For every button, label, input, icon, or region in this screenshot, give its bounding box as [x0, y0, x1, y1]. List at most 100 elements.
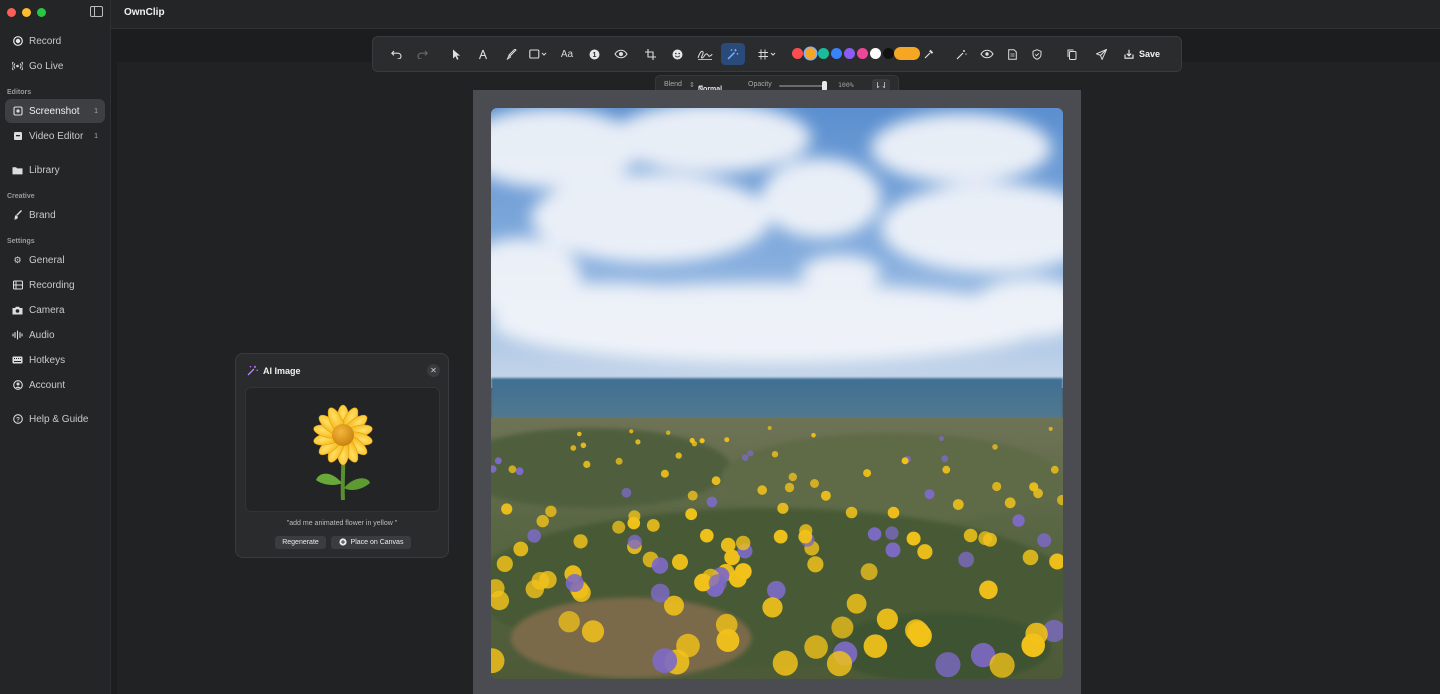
text-tool-button[interactable]: Aa	[558, 45, 576, 63]
color-swatch-white[interactable]	[870, 48, 881, 59]
minimize-window-button[interactable]	[22, 8, 31, 17]
sidebar-item-general[interactable]: ⚙ General	[5, 248, 105, 272]
canvas-image[interactable]	[491, 108, 1063, 679]
camera-icon	[12, 305, 23, 316]
flower-blossom	[1029, 482, 1039, 492]
close-icon[interactable]: ✕	[427, 364, 440, 377]
sidebar-item-label: Account	[29, 379, 66, 391]
preview-eye-icon[interactable]	[978, 45, 996, 63]
signature-tool-button[interactable]	[695, 45, 715, 63]
flower-blossom	[716, 629, 740, 652]
flower-blossom	[651, 557, 669, 574]
sidebar-item-account[interactable]: Account	[5, 373, 105, 397]
sidebar-item-hotkeys[interactable]: Hotkeys	[5, 348, 105, 372]
flower-blossom	[811, 432, 816, 438]
section-label-editors: Editors	[7, 89, 32, 96]
save-button[interactable]: Save	[1124, 44, 1160, 64]
sidebar-item-record[interactable]: Record	[5, 29, 105, 53]
color-swatch-blue[interactable]	[831, 48, 842, 59]
sidebar-item-label: Recording	[29, 279, 75, 291]
sidebar-item-video-editor[interactable]: Video Editor 1	[5, 124, 105, 148]
shield-icon[interactable]	[1028, 45, 1046, 63]
pen-tool-button[interactable]	[474, 45, 492, 63]
grid-options-button[interactable]	[757, 45, 779, 63]
sidebar-toggle-icon[interactable]	[90, 6, 103, 17]
place-on-canvas-label: Place on Canvas	[350, 539, 404, 546]
screenshot-count-badge: 1	[94, 107, 98, 115]
emoji-tool-button[interactable]	[668, 45, 686, 63]
sidebar-item-camera[interactable]: Camera	[5, 298, 105, 322]
place-on-canvas-button[interactable]: Place on Canvas	[331, 536, 411, 549]
sidebar-item-audio[interactable]: Audio	[5, 323, 105, 347]
flower-blossom	[689, 437, 695, 444]
flower-blossom	[724, 437, 730, 443]
flower-blossom	[963, 528, 978, 543]
flower-blossom	[845, 506, 858, 519]
flower-blossom	[860, 563, 878, 581]
crop-tool-button[interactable]	[641, 45, 659, 63]
opacity-label: Opacity	[748, 81, 772, 88]
flower-blossom	[736, 535, 751, 551]
step-counter-tool-button[interactable]: 1	[585, 45, 603, 63]
flower-blossom	[767, 426, 772, 430]
magic-wand-icon[interactable]	[952, 45, 970, 63]
flower-blossom	[580, 442, 587, 449]
sidebar-item-library[interactable]: Library	[5, 158, 105, 182]
flower-blossom	[621, 487, 632, 498]
color-swatch-teal[interactable]	[818, 48, 829, 59]
opacity-slider-track[interactable]	[779, 85, 827, 87]
brush-tool-button[interactable]	[502, 45, 520, 63]
sidebar-item-brand[interactable]: Brand	[5, 203, 105, 227]
ai-magic-tool-button[interactable]	[721, 43, 745, 65]
stroke-color-pill[interactable]	[894, 47, 920, 60]
flower-blossom	[747, 450, 754, 457]
section-label-creative: Creative	[7, 193, 35, 200]
share-send-icon[interactable]	[1092, 45, 1110, 63]
plus-circle-icon	[338, 537, 347, 548]
flower-blossom	[804, 635, 828, 659]
sidebar-item-help[interactable]: ? Help & Guide	[5, 407, 105, 431]
flower-blossom	[772, 650, 798, 676]
generated-image-preview[interactable]	[245, 387, 440, 512]
sidebar-item-go-live[interactable]: Go Live	[5, 54, 105, 78]
flower-blossom	[1037, 533, 1052, 548]
sidebar-item-screenshot[interactable]: Screenshot 1	[5, 99, 105, 123]
sidebar-item-label: Video Editor	[29, 130, 84, 142]
screenshot-icon	[12, 106, 23, 117]
help-icon: ?	[12, 414, 23, 425]
flower-blossom	[615, 457, 623, 465]
flower-blossom	[676, 633, 700, 658]
flower-blossom	[798, 529, 813, 544]
flower-blossom	[501, 503, 513, 515]
close-window-button[interactable]	[7, 8, 16, 17]
color-swatch-red[interactable]	[792, 48, 803, 59]
redo-button[interactable]	[413, 45, 431, 63]
blur-eye-tool-button[interactable]	[612, 45, 630, 63]
copy-icon[interactable]	[1063, 45, 1081, 63]
color-swatch-purple[interactable]	[844, 48, 855, 59]
blend-mode-select[interactable]: Normal ⌄	[698, 81, 722, 93]
select-tool-button[interactable]	[447, 45, 465, 63]
color-swatch-orange[interactable]	[805, 48, 816, 59]
sidebar-item-label: Hotkeys	[29, 354, 66, 366]
waveform-icon	[12, 330, 23, 341]
flower-blossom	[863, 469, 872, 478]
sidebar-item-recording[interactable]: Recording	[5, 273, 105, 297]
flower-blossom	[496, 555, 513, 572]
flower-blossom	[536, 514, 549, 528]
flower-blossom	[570, 445, 577, 451]
flower-blossom	[757, 485, 767, 495]
eyedropper-icon[interactable]	[920, 45, 938, 63]
color-swatch-black[interactable]	[883, 48, 894, 59]
undo-button[interactable]	[387, 45, 405, 63]
flower-blossom	[952, 499, 964, 510]
flower-blossom	[846, 593, 867, 614]
zoom-window-button[interactable]	[37, 8, 46, 17]
color-swatch-pink[interactable]	[857, 48, 868, 59]
document-icon[interactable]	[1003, 45, 1021, 63]
regenerate-button[interactable]: Regenerate	[275, 536, 326, 549]
shape-tool-button[interactable]	[528, 45, 550, 63]
flower-blossom	[992, 444, 998, 450]
flower-blossom	[885, 542, 901, 558]
opacity-value: 100%	[838, 81, 854, 89]
